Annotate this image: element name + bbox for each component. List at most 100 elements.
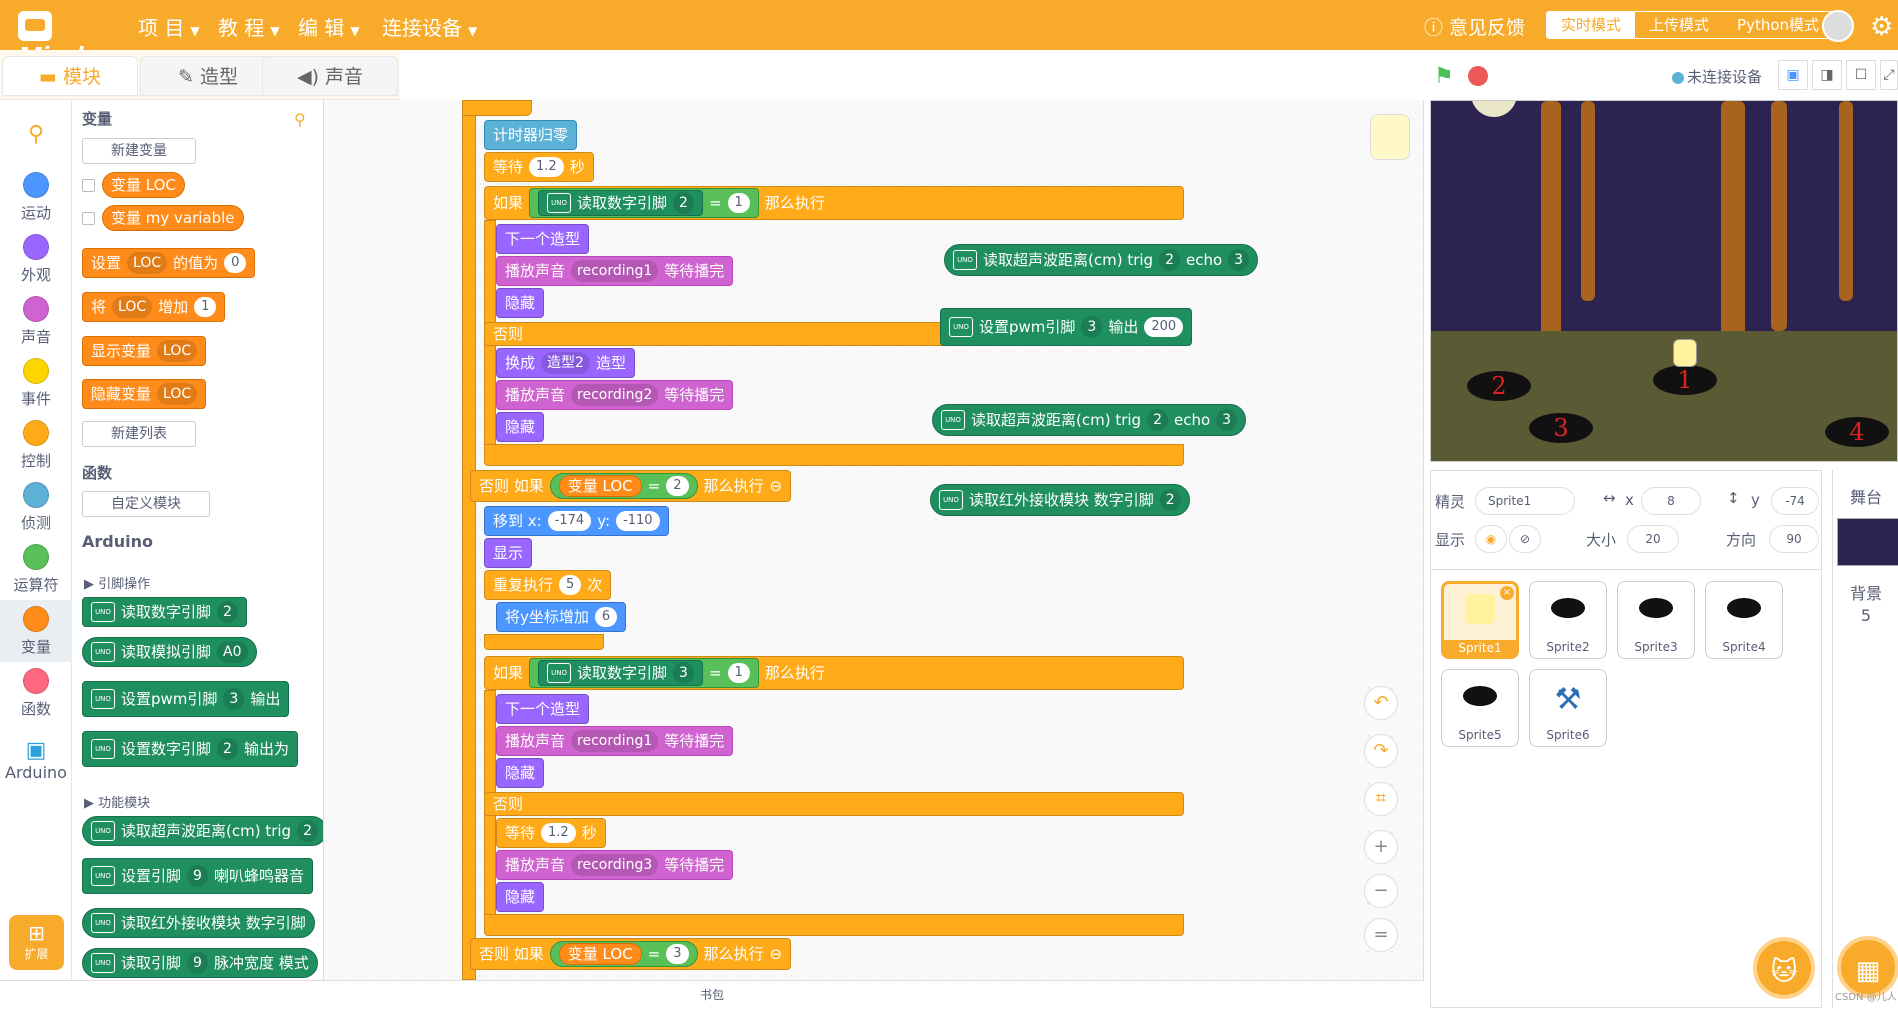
set-variable-block[interactable]: 设置 LOC 的值为 0: [82, 248, 256, 278]
set-pwm-pin-block[interactable]: UNO 设置pwm引脚 3 输出: [82, 681, 290, 717]
read-digital-pin-reporter[interactable]: UNO 读取数字引脚 3: [538, 660, 703, 686]
floating-set-pwm-block[interactable]: UNO 设置pwm引脚 3 输出 200: [940, 308, 1193, 346]
wait-block[interactable]: 等待 1.2 秒: [496, 818, 606, 848]
sprite-tile[interactable]: Sprite3: [1617, 581, 1695, 659]
value-field[interactable]: 6: [594, 607, 618, 627]
undo-icon[interactable]: ↶: [1364, 686, 1398, 720]
variable-checkbox[interactable]: [82, 179, 95, 192]
pin-dropdown[interactable]: 2: [673, 192, 694, 214]
pin-dropdown[interactable]: 3: [673, 662, 694, 684]
variable-reporter-loc[interactable]: 变量 LOC: [558, 943, 642, 965]
extension-button[interactable]: ⊞ 扩展: [9, 915, 64, 970]
read-ir-receiver-block[interactable]: UNO 读取红外接收模块 数字引脚: [82, 908, 315, 938]
backpack-bar[interactable]: 书包: [0, 980, 1424, 1008]
green-flag-icon[interactable]: ⚑: [1434, 64, 1454, 89]
sprite-tile[interactable]: ⚒ Sprite6: [1529, 669, 1607, 747]
next-costume-block[interactable]: 下一个造型: [496, 224, 590, 254]
sprite-on-stage[interactable]: [1673, 339, 1697, 367]
value-field[interactable]: 0: [224, 253, 247, 273]
seconds-field[interactable]: 1.2: [529, 157, 564, 177]
value-field[interactable]: 200: [1144, 317, 1184, 337]
pin-dropdown[interactable]: 2: [297, 820, 318, 842]
hide-stage-icon[interactable]: ☐: [1846, 60, 1876, 90]
equals-operator[interactable]: 变量 LOC = 2: [549, 473, 698, 499]
hide-variable-block[interactable]: 隐藏变量 LOC: [82, 379, 207, 409]
reset-timer-block[interactable]: 计时器归零: [484, 120, 578, 150]
read-analog-pin-block[interactable]: UNO 读取模拟引脚 A0: [82, 637, 257, 667]
gear-icon[interactable]: ⚙: [1870, 12, 1893, 42]
custom-block-button[interactable]: 自定义模块: [82, 491, 210, 517]
y-field[interactable]: -74: [1771, 487, 1819, 515]
read-ultrasonic-block[interactable]: UNO 读取超声波距离(cm) trig 2: [82, 816, 323, 846]
value-field[interactable]: 2: [666, 476, 689, 496]
category-sound[interactable]: 声音: [0, 296, 72, 347]
tab-sounds[interactable]: ◀) 声音: [262, 56, 398, 96]
large-stage-icon[interactable]: ◨: [1812, 60, 1842, 90]
new-list-button[interactable]: 新建列表: [82, 421, 196, 447]
delete-sprite-icon[interactable]: ×: [1500, 586, 1514, 600]
search-icon[interactable]: ⚲: [0, 122, 72, 147]
direction-field[interactable]: 90: [1769, 525, 1819, 553]
seconds-field[interactable]: 1.2: [541, 823, 576, 843]
y-field[interactable]: -110: [616, 511, 660, 531]
size-field[interactable]: 20: [1627, 525, 1679, 553]
zoom-in-icon[interactable]: +: [1364, 830, 1398, 864]
pin-dropdown[interactable]: 3: [1081, 316, 1103, 338]
x-field[interactable]: 8: [1641, 487, 1701, 515]
stop-icon[interactable]: [1468, 66, 1488, 86]
small-stage-icon[interactable]: ▣: [1778, 60, 1808, 90]
set-digital-pin-block[interactable]: UNO 设置数字引脚 2 输出为: [82, 731, 298, 767]
equals-operator[interactable]: 变量 LOC = 3: [549, 941, 698, 967]
value-field[interactable]: 3: [666, 944, 689, 964]
repeat-count-field[interactable]: 5: [559, 575, 582, 595]
category-events[interactable]: 事件: [0, 358, 72, 409]
variable-checkbox[interactable]: [82, 212, 95, 225]
fullscreen-icon[interactable]: ⤢: [1880, 60, 1898, 90]
new-variable-button[interactable]: 新建变量: [82, 138, 196, 164]
value-field[interactable]: 1: [727, 193, 750, 213]
go-to-xy-block[interactable]: 移到 x: -174 y: -110: [484, 506, 669, 536]
floating-ultrasonic-block[interactable]: UNO 读取超声波距离(cm) trig 2 echo 3: [944, 244, 1259, 276]
trig-dropdown[interactable]: 2: [1159, 249, 1180, 271]
category-motion[interactable]: 运动: [0, 172, 72, 223]
play-sound-block[interactable]: 播放声音 recording1 等待播完: [496, 256, 734, 286]
pin-dropdown[interactable]: 9: [187, 865, 208, 887]
variable-dropdown[interactable]: LOC: [112, 296, 153, 318]
value-field[interactable]: 1: [194, 297, 217, 317]
variable-dropdown[interactable]: LOC: [157, 383, 198, 405]
floating-ultrasonic-block[interactable]: UNO 读取超声波距离(cm) trig 2 echo 3: [932, 404, 1247, 436]
sprite-tile[interactable]: Sprite1 ×: [1441, 581, 1519, 659]
sound-dropdown[interactable]: recording1: [571, 260, 659, 282]
value-field[interactable]: 1: [727, 663, 750, 683]
pin-dropdown[interactable]: A0: [217, 641, 248, 663]
category-sensing[interactable]: 侦测: [0, 482, 72, 533]
menu-connect-device[interactable]: 连接设备 ▼: [382, 12, 477, 41]
variable-reporter-my-variable[interactable]: 变量 my variable: [102, 205, 244, 231]
wait-block[interactable]: 等待 1.2 秒: [484, 152, 594, 182]
sound-dropdown[interactable]: recording3: [571, 854, 659, 876]
trig-dropdown[interactable]: 2: [1147, 409, 1168, 431]
hide-block[interactable]: 隐藏: [496, 758, 545, 788]
change-y-block[interactable]: 将y坐标增加 6: [496, 602, 627, 632]
sound-dropdown[interactable]: recording1: [571, 730, 659, 752]
change-variable-block[interactable]: 将 LOC 增加 1: [82, 292, 226, 322]
if-block[interactable]: 如果 UNO 读取数字引脚 2 = 1 那么执行: [484, 186, 1184, 220]
read-digital-pin-reporter[interactable]: UNO 读取数字引脚 2: [538, 190, 703, 216]
variable-dropdown[interactable]: LOC: [157, 340, 198, 362]
next-costume-block[interactable]: 下一个造型: [496, 694, 590, 724]
eye-off-icon[interactable]: ⊘: [1509, 525, 1541, 553]
set-buzzer-pin-block[interactable]: UNO 设置引脚 9 喇叭蜂鸣器音: [82, 858, 313, 894]
read-digital-pin-block[interactable]: UNO 读取数字引脚 2: [82, 597, 247, 627]
pin-dropdown[interactable]: 9: [187, 952, 208, 974]
category-variables[interactable]: 变量: [0, 600, 72, 662]
mind-plus-logo[interactable]: Mind+: [18, 8, 118, 72]
redo-icon[interactable]: ↷: [1364, 734, 1398, 768]
stage-canvas[interactable]: 2 1 3 4: [1430, 100, 1898, 462]
echo-dropdown[interactable]: 3: [1228, 249, 1250, 271]
category-operators[interactable]: 运算符: [0, 544, 72, 595]
remove-branch-icon[interactable]: ⊖: [770, 939, 783, 969]
sprite-tile[interactable]: Sprite4: [1705, 581, 1783, 659]
play-sound-block[interactable]: 播放声音 recording1 等待播完: [496, 726, 734, 756]
crop-icon[interactable]: ⌗: [1364, 782, 1398, 816]
hide-block[interactable]: 隐藏: [496, 412, 545, 442]
